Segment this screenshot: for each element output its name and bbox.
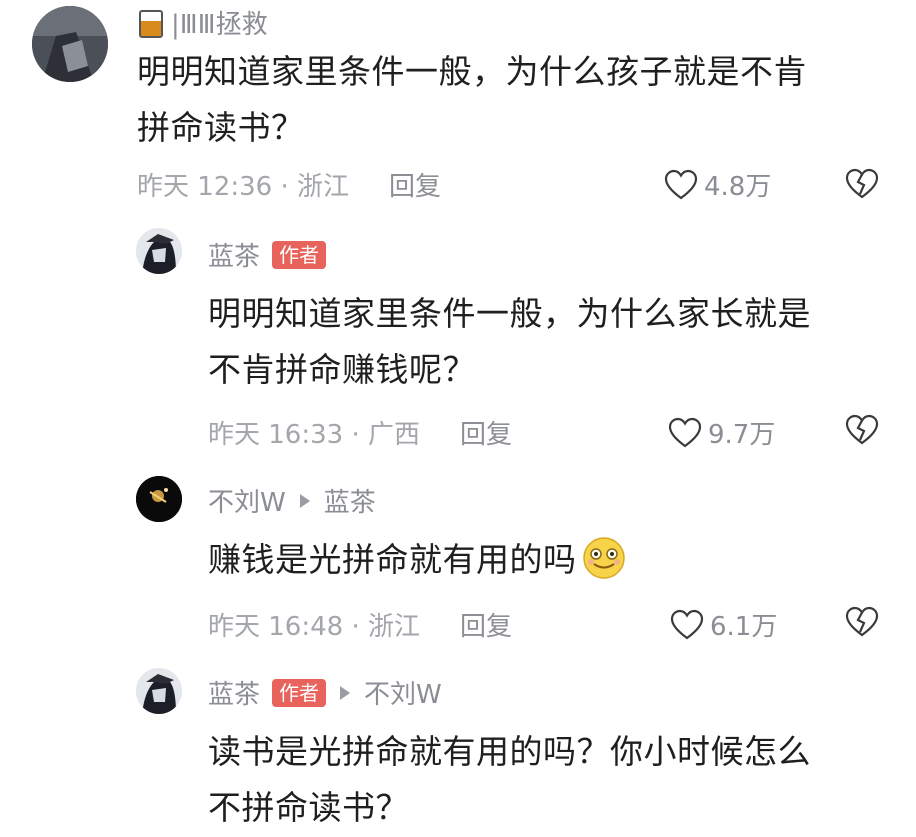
comment-time-location: 昨天 16:48 · 浙江 [208, 612, 420, 642]
comment-time-location: 昨天 16:33 · 广西 [208, 420, 420, 450]
like-button[interactable]: 4.8万 [664, 166, 771, 203]
reply-to-arrow-icon [340, 685, 351, 700]
reply-to-arrow-icon [299, 493, 310, 508]
comment-thread: |ⅢⅢ拯救 明明知道家里条件一般，为什么孩子就是不肯 拼命读书？ 昨天 12:3… [0, 0, 916, 837]
reply-username-line: 蓝茶 作者 [208, 236, 327, 273]
heart-outline-icon [670, 609, 704, 639]
reply-text: 明明知道家里条件一般，为什么家长就是 不肯拼命赚钱呢？ [208, 294, 811, 389]
like-count: 9.7万 [708, 420, 776, 450]
reply-button[interactable]: 回复 [460, 606, 512, 643]
reply-button[interactable]: 回复 [460, 414, 512, 451]
broken-heart-icon[interactable] [845, 168, 879, 200]
avatar[interactable] [136, 228, 182, 274]
comment-username-line: |ⅢⅢ拯救 [137, 4, 268, 41]
username[interactable]: |ⅢⅢ拯救 [171, 4, 268, 41]
heart-outline-icon [668, 417, 702, 447]
smiling-face-icon [582, 536, 625, 579]
like-button[interactable]: 9.7万 [668, 414, 775, 451]
glass-icon [139, 9, 163, 38]
like-count: 6.1万 [710, 612, 778, 642]
comment-text: 明明知道家里条件一般，为什么孩子就是不肯 拼命读书？ [137, 52, 807, 147]
heart-outline-icon [664, 169, 698, 199]
like-count: 4.8万 [704, 172, 772, 202]
reply-username-line: 蓝茶 作者 不刘W [208, 674, 442, 711]
reply-text: 读书是光拼命就有用的吗？你小时候怎么 不拼命读书？ [208, 732, 811, 827]
username[interactable]: 蓝茶 [208, 674, 260, 711]
like-button[interactable]: 6.1万 [670, 606, 777, 643]
comment-meta: 昨天 12:36 · 浙江 回复 [137, 166, 441, 203]
reply-meta: 昨天 16:33 · 广西 回复 [208, 414, 512, 451]
comment-time-location: 昨天 12:36 · 浙江 [137, 172, 349, 202]
avatar[interactable] [136, 668, 182, 714]
reply-to-username[interactable]: 蓝茶 [324, 482, 376, 519]
username[interactable]: 不刘W [208, 482, 286, 519]
avatar[interactable] [32, 6, 108, 82]
author-badge: 作者 [272, 240, 327, 269]
reply-username-line: 不刘W 蓝茶 [208, 482, 376, 519]
broken-heart-icon[interactable] [845, 414, 879, 446]
broken-heart-icon[interactable] [845, 606, 879, 638]
reply-button[interactable]: 回复 [389, 166, 441, 203]
username[interactable]: 蓝茶 [208, 236, 260, 273]
reply-text: 赚钱是光拼命就有用的吗 [208, 532, 898, 588]
reply-meta: 昨天 16:48 · 浙江 回复 [208, 606, 512, 643]
author-badge: 作者 [272, 678, 327, 707]
reply-to-username[interactable]: 不刘W [364, 674, 442, 711]
avatar[interactable] [136, 476, 182, 522]
